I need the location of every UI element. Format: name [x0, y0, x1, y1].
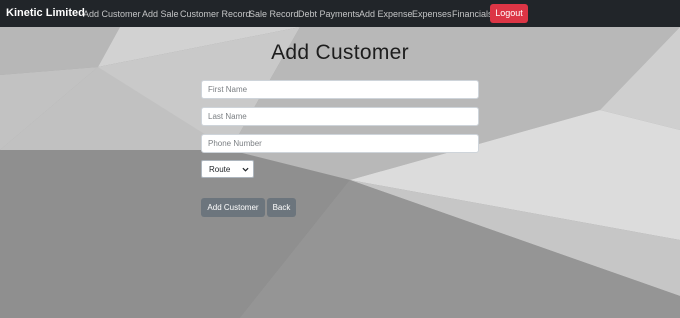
nav-expenses[interactable]: Expenses [412, 9, 452, 19]
back-button[interactable]: Back [267, 198, 296, 217]
nav-financials[interactable]: Financials [452, 9, 493, 19]
last-name-input[interactable] [201, 107, 479, 126]
phone-number-input[interactable] [201, 134, 479, 153]
first-name-input[interactable] [201, 80, 479, 99]
nav-customer-record[interactable]: Customer Record [180, 9, 251, 19]
nav-add-expense[interactable]: Add Expense [359, 9, 413, 19]
nav-debt-payments[interactable]: Debt Payments [298, 9, 360, 19]
route-select-value: Route [209, 165, 231, 174]
brand-link[interactable]: Kinetic Limited [6, 7, 85, 19]
logout-button[interactable]: Logout [490, 4, 528, 23]
add-customer-button[interactable]: Add Customer [201, 198, 265, 217]
nav-add-customer[interactable]: Add Customer [83, 9, 141, 19]
nav-add-sale[interactable]: Add Sale [142, 9, 179, 19]
add-customer-form: Add Customer Route Add Customer Back [0, 27, 680, 318]
route-select[interactable]: Route [201, 160, 254, 178]
chevron-down-icon [242, 167, 249, 172]
top-navbar: Kinetic Limited Add Customer Add Sale Cu… [0, 0, 680, 27]
nav-sale-record[interactable]: Sale Record [249, 9, 299, 19]
page-title: Add Customer [271, 41, 409, 64]
